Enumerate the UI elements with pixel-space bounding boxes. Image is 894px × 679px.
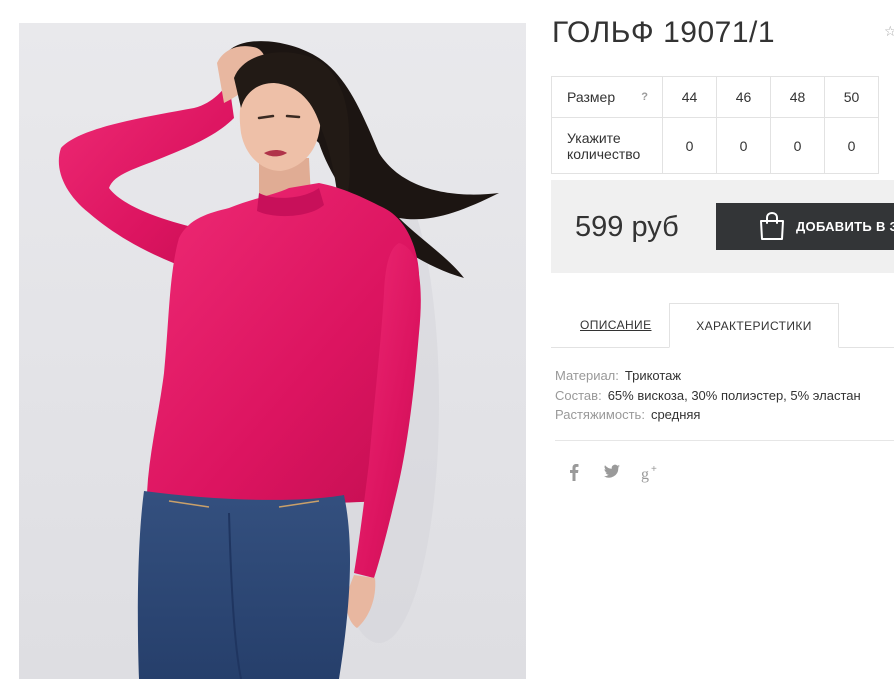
quantity-input-50[interactable]: 0 (824, 117, 879, 174)
size-quantity-table: Размер ? 44 46 48 50 Укажите количество … (551, 76, 879, 174)
size-help-icon[interactable]: ? (641, 91, 648, 103)
size-label-cell: Размер ? (551, 76, 663, 118)
price-box: 599 руб ДОБАВИТЬ В ЗАКАЗ (551, 180, 894, 273)
characteristic-key: Растяжимость: (555, 407, 645, 422)
size-50: 50 (824, 76, 879, 118)
product-photo-illustration (58, 41, 499, 679)
quantity-input-48[interactable]: 0 (770, 117, 825, 174)
tab-description[interactable]: ОПИСАНИЕ (580, 318, 652, 332)
quantity-label-line2: количество (567, 145, 641, 162)
characteristic-row: Материал: Трикотаж (555, 366, 861, 386)
characteristic-value: 65% вискоза, 30% полиэстер, 5% эластан (607, 387, 861, 403)
characteristic-key: Состав: (555, 387, 602, 403)
add-to-cart-label: ДОБАВИТЬ В ЗАКАЗ (796, 219, 894, 234)
product-image[interactable] (19, 23, 526, 679)
characteristic-row: Состав: 65% вискоза, 30% полиэстер, 5% эл… (555, 386, 861, 406)
quantity-label-cell: Укажите количество (551, 117, 663, 174)
characteristic-value: Трикотаж (624, 368, 682, 383)
google-plus-icon[interactable]: g + (640, 463, 660, 485)
quantity-row: Укажите количество 0 0 0 0 (551, 117, 879, 174)
divider (555, 440, 894, 441)
tab-characteristics[interactable]: ХАРАКТЕРИСТИКИ (669, 303, 839, 348)
shopping-bag-icon (760, 211, 784, 240)
characteristic-key: Материал: (555, 368, 619, 383)
size-label: Размер (567, 89, 616, 105)
tab-characteristics-label: ХАРАКТЕРИСТИКИ (696, 318, 812, 333)
size-46: 46 (716, 76, 771, 118)
characteristic-value: средняя (650, 407, 701, 422)
star-icon[interactable]: ☆ (884, 24, 894, 38)
quantity-input-44[interactable]: 0 (662, 117, 717, 174)
twitter-icon[interactable] (603, 463, 621, 485)
price: 599 руб (575, 211, 679, 243)
product-title: ГОЛЬФ 19071/1 (552, 16, 776, 49)
characteristics-list: Материал: Трикотаж Состав: 65% вискоза, 30… (555, 366, 861, 425)
quantity-input-46[interactable]: 0 (716, 117, 771, 174)
size-48: 48 (770, 76, 825, 118)
svg-text:g: g (641, 466, 649, 483)
quantity-label-line1: Укажите (567, 129, 621, 146)
size-44: 44 (662, 76, 717, 118)
characteristic-row: Растяжимость: средняя (555, 405, 861, 425)
add-to-cart-button[interactable]: ДОБАВИТЬ В ЗАКАЗ (716, 203, 894, 250)
svg-text:+: + (651, 464, 657, 475)
facebook-icon[interactable] (569, 463, 579, 485)
size-row: Размер ? 44 46 48 50 (551, 76, 879, 118)
